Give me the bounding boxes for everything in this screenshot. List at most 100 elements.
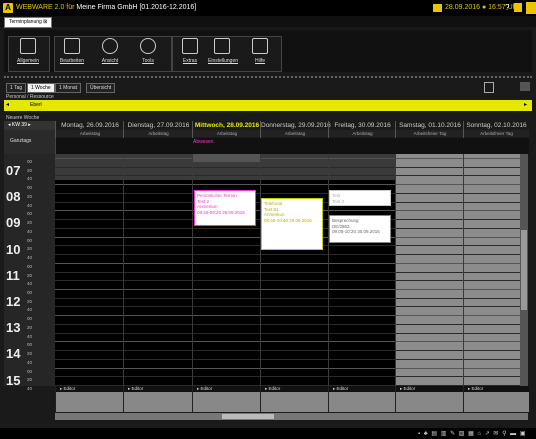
day-header-wednesday[interactable]: Mittwoch, 28.09.2016 Arbeitstag	[192, 121, 261, 138]
day-column-divider	[395, 154, 396, 386]
grid-line	[55, 262, 520, 264]
appointment-time: 08:20-09:20 28.09.2016	[197, 209, 245, 215]
day-header-saturday[interactable]: Samstag, 01.10.2016 Arbeitsfreier Tag	[395, 121, 464, 138]
minute-label: 40	[27, 255, 33, 261]
tab-bar	[0, 16, 536, 27]
allday-event[interactable]: Abwesen.	[193, 139, 215, 145]
toolbar-button-bearbeiten[interactable]: Bearbeiten	[58, 38, 86, 68]
day-header-thursday[interactable]: Donnerstag, 29.09.2016 Arbeitstag	[260, 121, 331, 138]
horizontal-scrollbar-thumb[interactable]	[222, 414, 274, 419]
minute-label: 00	[27, 342, 33, 348]
view-tab-day[interactable]: 1 Tag	[6, 83, 27, 93]
day-editor[interactable]: ▸ Editor	[192, 386, 261, 412]
minute-label: 20	[27, 272, 33, 278]
minute-label: 40	[27, 359, 33, 365]
minute-label: 40	[27, 281, 33, 287]
minute-label: 00	[27, 159, 33, 164]
hour-label: 08	[6, 189, 21, 205]
toolbar-button-allgemein[interactable]: Allgemein	[14, 38, 42, 68]
hour-label: 14	[6, 346, 21, 362]
allday-row[interactable]	[55, 138, 529, 154]
settings-icon	[214, 38, 230, 54]
hour-label: 07	[6, 163, 21, 178]
grid-line	[55, 341, 520, 343]
minute-label: 20	[27, 351, 33, 357]
tab-terminplanung[interactable]: Terminplanung ⊠	[4, 17, 53, 28]
minute-label: 00	[27, 368, 33, 374]
help-icon[interactable]: ?	[505, 3, 509, 13]
day-editor[interactable]: ▸ Editor	[463, 386, 529, 412]
grid-line	[55, 367, 520, 369]
arrow-right-icon[interactable]: ▸	[524, 100, 527, 111]
day-editor[interactable]: ▸ Editor	[55, 386, 124, 412]
hour-label: 15	[6, 372, 21, 388]
minute-label: 20	[27, 167, 33, 173]
allday-label: Ganztags	[10, 138, 32, 144]
minute-label: 20	[27, 193, 33, 199]
personal-value: Eberl	[30, 102, 42, 108]
hour-label: 12	[6, 294, 21, 309]
day-header-friday[interactable]: Freitag, 30.09.2016 Arbeitstag	[328, 121, 396, 138]
minute-label: 00	[27, 290, 33, 295]
minute-label: 00	[27, 185, 33, 191]
app-title-period: [01.2016-12.2016]	[137, 4, 197, 11]
minute-label: 40	[27, 176, 33, 182]
grid-line	[55, 376, 520, 378]
toolbar-button-tools[interactable]: Tools	[134, 38, 162, 68]
grid-line	[55, 289, 520, 290]
toolbar-button-hilfe[interactable]: Hilfe	[246, 38, 274, 68]
personal-selector[interactable]	[4, 100, 532, 111]
horizontal-scrollbar[interactable]	[55, 413, 528, 420]
print-icon[interactable]	[520, 82, 530, 91]
grid-line	[55, 158, 520, 159]
minute-label: 00	[27, 211, 33, 217]
minute-label: 00	[27, 316, 33, 322]
day-editor[interactable]: ▸ Editor	[395, 386, 464, 412]
appointment[interactable]: Persönlicher Termin Test 2 Anmerkun 08:2…	[194, 190, 256, 226]
grid-line	[55, 192, 520, 194]
grid-line	[55, 315, 520, 317]
minute-label: 20	[27, 324, 33, 330]
appointment[interactable]: Besprechung DE/2863 09:00-10:20 30.09.20…	[329, 215, 391, 243]
close-icon[interactable]	[526, 2, 536, 14]
day-column-divider	[192, 154, 193, 386]
minute-label: 20	[27, 220, 33, 226]
toolbar-button-einstellungen[interactable]: Einstellungen	[208, 38, 238, 68]
grid-line	[55, 350, 520, 352]
hour-label: 10	[6, 241, 21, 257]
vertical-scrollbar-thumb[interactable]	[521, 230, 527, 310]
minute-label: 40	[27, 333, 33, 339]
appointment-subject: Test 3	[332, 198, 345, 204]
toolbar-button-ansicht[interactable]: Ansicht	[96, 38, 124, 68]
edit-document-icon	[64, 38, 80, 54]
document-icon[interactable]	[514, 3, 522, 12]
week-number: ◂ KW 39 ▸	[8, 122, 31, 128]
trash-icon[interactable]	[484, 82, 494, 93]
minute-label: 20	[27, 246, 33, 252]
appointment[interactable]: Test Test 3	[329, 190, 391, 206]
weekend-columns	[395, 154, 520, 386]
grid-line	[55, 297, 520, 299]
day-column-divider	[328, 154, 329, 386]
day-column-divider	[260, 154, 261, 386]
app-title-company: Meine Firma GmbH	[76, 4, 138, 11]
day-editor[interactable]: ▸ Editor	[123, 386, 193, 412]
day-header-monday[interactable]: Montag, 26.09.2016 Arbeitstag	[55, 121, 124, 138]
day-editor[interactable]: ▸ Editor	[260, 386, 329, 412]
status-icons[interactable]: ▪ ♣ ▤ ▥ ✎ ▧ ▦ ⌂ ↗ ✉ ⚲ ▬ ▣	[418, 430, 527, 437]
view-tab-month[interactable]: 1 Monat	[55, 83, 82, 93]
minute-label: 40	[27, 386, 33, 392]
calendar-icon[interactable]	[433, 4, 442, 12]
minute-label: 20	[27, 298, 33, 304]
day-header-sunday[interactable]: Sonntag, 02.10.2016 Arbeitsfreier Tag	[463, 121, 529, 138]
appointment[interactable]: Telefonat Test 81 Anmerkun 08:40-10:40 2…	[261, 198, 323, 250]
view-tab-overview[interactable]: Übersicht	[86, 83, 116, 93]
appointment-time: 09:00-10:20 30.09.2016	[332, 229, 380, 234]
grid-line	[55, 280, 520, 282]
minute-label: 40	[27, 307, 33, 313]
arrow-left-icon[interactable]: ◂	[6, 100, 9, 111]
day-header-tuesday[interactable]: Dienstag, 27.09.2016 Arbeitstag	[123, 121, 193, 138]
day-editor[interactable]: ▸ Editor	[328, 386, 396, 412]
toolbar-button-extras[interactable]: Extras	[176, 38, 204, 68]
view-tab-week[interactable]: 1 Woche	[27, 83, 55, 93]
